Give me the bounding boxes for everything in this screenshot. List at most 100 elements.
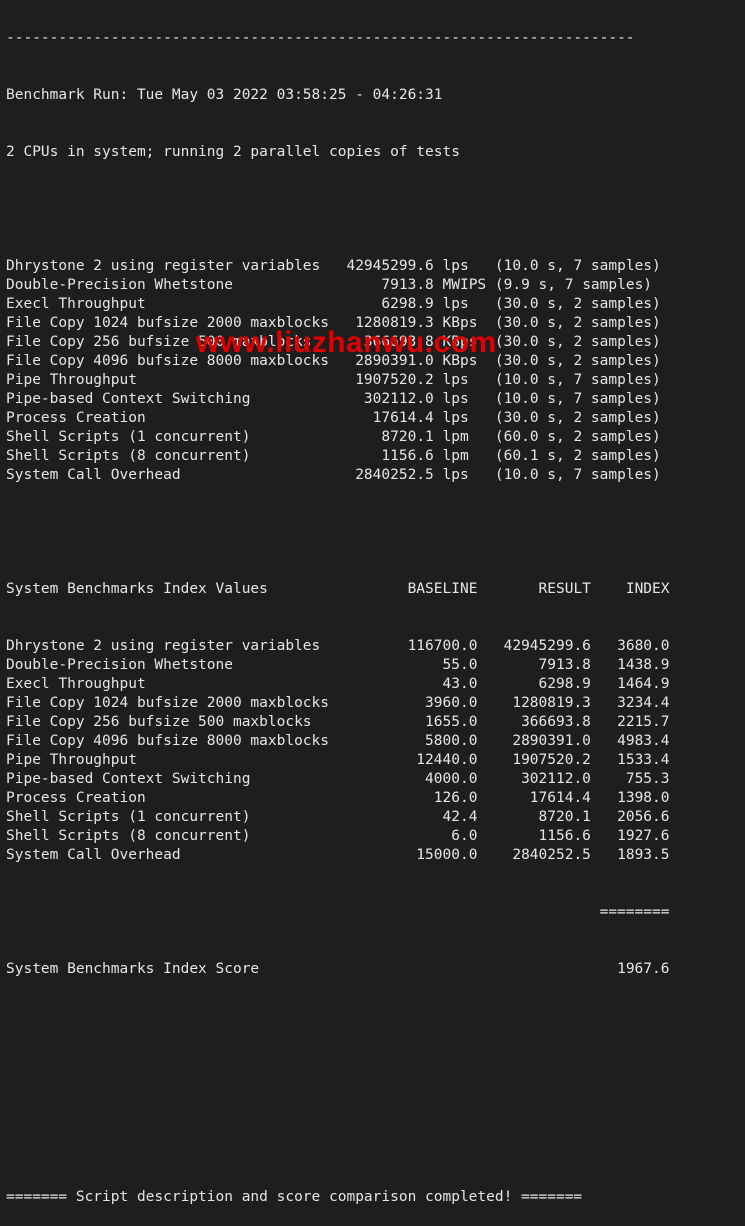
raw-results-list: Dhrystone 2 using register variables 429…: [6, 257, 670, 485]
test-name: Shell Scripts (8 concurrent): [6, 828, 356, 844]
test-timing: (30.0 s, 2 samples): [486, 410, 661, 426]
result-value: 42945299.6: [477, 638, 591, 654]
index-title: System Benchmarks Index Values: [6, 581, 356, 597]
baseline-value: 116700.0: [355, 638, 478, 654]
baseline-header: BASELINE: [355, 581, 478, 597]
test-timing: (10.0 s, 7 samples): [486, 258, 661, 274]
test-value: 7913.8: [329, 277, 434, 293]
test-name: Execl Throughput: [6, 296, 330, 312]
test-name: File Copy 1024 bufsize 2000 maxblocks: [6, 695, 356, 711]
test-value: 42945299.6: [329, 258, 434, 274]
cpu-info: 2 CPUs in system; running 2 parallel cop…: [6, 144, 460, 160]
baseline-value: 15000.0: [355, 847, 478, 863]
terminal-output[interactable]: ----------------------------------------…: [6, 0, 670, 1226]
test-timing: (10.0 s, 7 samples): [486, 372, 661, 388]
index-score-line: System Benchmarks Index Score 1967.6: [6, 960, 670, 979]
index-row: File Copy 256 bufsize 500 maxblocks 1655…: [6, 713, 670, 732]
test-unit: lps: [433, 391, 487, 407]
test-unit: MWIPS: [433, 277, 487, 293]
result-value: 8720.1: [477, 809, 591, 825]
top-rule: ----------------------------------------…: [6, 30, 635, 46]
test-timing: (30.0 s, 2 samples): [486, 315, 661, 331]
test-name: Execl Throughput: [6, 676, 356, 692]
test-unit: lpm: [433, 448, 487, 464]
index-values-table: Dhrystone 2 using register variables 116…: [6, 637, 670, 865]
test-value: 8720.1: [329, 429, 434, 445]
test-unit: lps: [433, 467, 487, 483]
index-value: 2215.7: [590, 714, 670, 730]
test-timing: (60.0 s, 2 samples): [486, 429, 661, 445]
raw-result-row: Double-Precision Whetstone 7913.8 MWIPS …: [6, 276, 670, 295]
test-name: Shell Scripts (1 concurrent): [6, 429, 330, 445]
test-name: Shell Scripts (1 concurrent): [6, 809, 356, 825]
result-value: 1156.6: [477, 828, 591, 844]
index-row: Process Creation 126.0 17614.4 1398.0: [6, 789, 670, 808]
test-value: 1156.6: [329, 448, 434, 464]
test-name: Pipe-based Context Switching: [6, 771, 356, 787]
index-row: File Copy 4096 bufsize 8000 maxblocks 58…: [6, 732, 670, 751]
baseline-value: 5800.0: [355, 733, 478, 749]
test-value: 2840252.5: [329, 467, 434, 483]
result-value: 2840252.5: [477, 847, 591, 863]
baseline-value: 42.4: [355, 809, 478, 825]
test-name: Double-Precision Whetstone: [6, 657, 356, 673]
baseline-value: 6.0: [355, 828, 478, 844]
index-value: 1438.9: [590, 657, 670, 673]
index-value: 755.3: [590, 771, 670, 787]
watermark: www.liuzhanwu.com: [196, 326, 497, 359]
test-name: Pipe-based Context Switching: [6, 391, 330, 407]
test-timing: (10.0 s, 7 samples): [486, 391, 661, 407]
index-value: 1893.5: [590, 847, 670, 863]
result-value: 7913.8: [477, 657, 591, 673]
score-value: 1967.6: [355, 961, 670, 977]
index-row: Shell Scripts (8 concurrent) 6.0 1156.6 …: [6, 827, 670, 846]
index-value: 1464.9: [590, 676, 670, 692]
test-timing: (30.0 s, 2 samples): [486, 334, 661, 350]
test-name: Shell Scripts (8 concurrent): [6, 448, 330, 464]
completion-footer: ======= Script description and score com…: [6, 1189, 583, 1205]
raw-result-row: Shell Scripts (1 concurrent) 8720.1 lpm …: [6, 428, 670, 447]
test-name: Pipe Throughput: [6, 372, 330, 388]
score-rule: ========: [6, 903, 670, 922]
baseline-value: 1655.0: [355, 714, 478, 730]
raw-result-row: Execl Throughput 6298.9 lps (30.0 s, 2 s…: [6, 295, 670, 314]
test-timing: (30.0 s, 2 samples): [486, 296, 661, 312]
test-timing: (9.9 s, 7 samples): [486, 277, 653, 293]
index-row: System Call Overhead 15000.0 2840252.5 1…: [6, 846, 670, 865]
score-separator: ========: [6, 904, 670, 920]
test-unit: lps: [433, 296, 487, 312]
test-unit: lps: [433, 372, 487, 388]
test-timing: (60.1 s, 2 samples): [486, 448, 661, 464]
result-value: 302112.0: [477, 771, 591, 787]
raw-result-row: Dhrystone 2 using register variables 429…: [6, 257, 670, 276]
result-value: 366693.8: [477, 714, 591, 730]
raw-result-row: System Call Overhead 2840252.5 lps (10.0…: [6, 466, 670, 485]
test-name: Process Creation: [6, 790, 356, 806]
raw-result-row: Process Creation 17614.4 lps (30.0 s, 2 …: [6, 409, 670, 428]
test-timing: (30.0 s, 2 samples): [486, 353, 661, 369]
test-unit: lps: [433, 410, 487, 426]
raw-result-row: Pipe Throughput 1907520.2 lps (10.0 s, 7…: [6, 371, 670, 390]
test-name: Double-Precision Whetstone: [6, 277, 330, 293]
score-label: System Benchmarks Index Score: [6, 961, 356, 977]
result-value: 6298.9: [477, 676, 591, 692]
test-name: File Copy 256 bufsize 500 maxblocks: [6, 714, 356, 730]
index-row: Shell Scripts (1 concurrent) 42.4 8720.1…: [6, 808, 670, 827]
test-value: 1907520.2: [329, 372, 434, 388]
result-value: 2890391.0: [477, 733, 591, 749]
index-row: Execl Throughput 43.0 6298.9 1464.9: [6, 675, 670, 694]
raw-result-row: Shell Scripts (8 concurrent) 1156.6 lpm …: [6, 447, 670, 466]
index-value: 1398.0: [590, 790, 670, 806]
index-value: 1533.4: [590, 752, 670, 768]
index-value: 4983.4: [590, 733, 670, 749]
test-name: Dhrystone 2 using register variables: [6, 258, 330, 274]
test-unit: lps: [433, 258, 487, 274]
test-timing: (10.0 s, 7 samples): [486, 467, 661, 483]
index-values-header: System Benchmarks Index Values BASELINE …: [6, 580, 670, 599]
test-value: 6298.9: [329, 296, 434, 312]
